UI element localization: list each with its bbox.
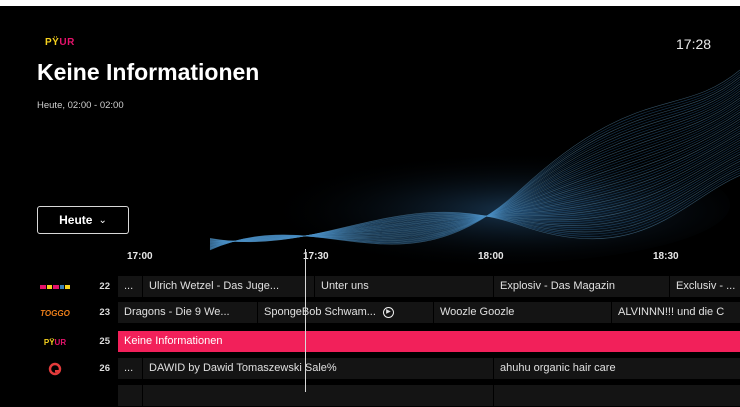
program-cell[interactable]: Explosiv - Das Magazin xyxy=(494,276,669,297)
program-cell-label: SpongeBob Schwam... xyxy=(264,306,376,318)
channel-logo xyxy=(38,281,72,293)
channel-number: 26 xyxy=(99,363,110,374)
channel-row: 26 ... DAWID by Dawid Tomaszewski Sale% … xyxy=(0,358,740,380)
channel-number: 25 xyxy=(99,336,110,347)
channel-number: 22 xyxy=(99,281,110,292)
program-cell[interactable]: SpongeBob Schwam... ▶ xyxy=(258,302,433,323)
program-cell[interactable]: Woozle Goozle xyxy=(434,302,611,323)
program-cell[interactable]: Ulrich Wetzel - Das Juge... xyxy=(143,276,314,297)
program-cell[interactable]: Unter uns xyxy=(315,276,493,297)
qvc-logo xyxy=(38,362,72,376)
day-dropdown-button[interactable]: Heute ⌄ xyxy=(37,206,129,234)
program-cell[interactable]: ... xyxy=(118,358,142,379)
program-cell[interactable]: ALVINNN!!! und die C xyxy=(612,302,740,323)
channel-row: TOGGO 23 Dragons - Die 9 We... SpongeBob… xyxy=(0,302,740,324)
time-tick: 17:00 xyxy=(127,251,153,262)
clock: 17:28 xyxy=(676,36,712,52)
channel-row xyxy=(0,385,740,407)
program-cell[interactable] xyxy=(118,385,142,406)
channel-number: 23 xyxy=(99,307,110,318)
play-circle-icon: ▶ xyxy=(382,306,394,318)
program-cell[interactable]: Dragons - Die 9 We... xyxy=(118,302,257,323)
program-cell[interactable] xyxy=(494,385,740,406)
program-cell[interactable]: ahuhu organic hair care xyxy=(494,358,740,379)
program-cell[interactable] xyxy=(143,385,493,406)
chevron-down-icon: ⌄ xyxy=(98,214,107,226)
channel-row: PŸUR 25 Keine Informationen xyxy=(0,331,740,353)
pyur-logo: PŸUR xyxy=(43,337,67,347)
current-time-indicator xyxy=(305,249,306,392)
toggo-plus-logo: TOGGO xyxy=(40,308,70,318)
time-tick: 17:30 xyxy=(303,251,329,262)
time-tick: 18:00 xyxy=(478,251,504,262)
program-title: Keine Informationen xyxy=(37,59,260,85)
program-cell[interactable]: ... xyxy=(118,276,142,297)
program-cell-selected[interactable]: Keine Informationen xyxy=(118,331,740,352)
pyur-logo: PŸUR xyxy=(45,37,75,48)
time-tick: 18:30 xyxy=(653,251,679,262)
program-cell[interactable]: DAWID by Dawid Tomaszewski Sale% xyxy=(143,358,493,379)
program-cell[interactable]: Exclusiv - ... xyxy=(670,276,740,297)
day-dropdown-label: Heute xyxy=(59,213,93,227)
channel-row: 22 ... Ulrich Wetzel - Das Juge... Unter… xyxy=(0,276,740,298)
program-time: Heute, 02:00 - 02:00 xyxy=(37,100,124,111)
